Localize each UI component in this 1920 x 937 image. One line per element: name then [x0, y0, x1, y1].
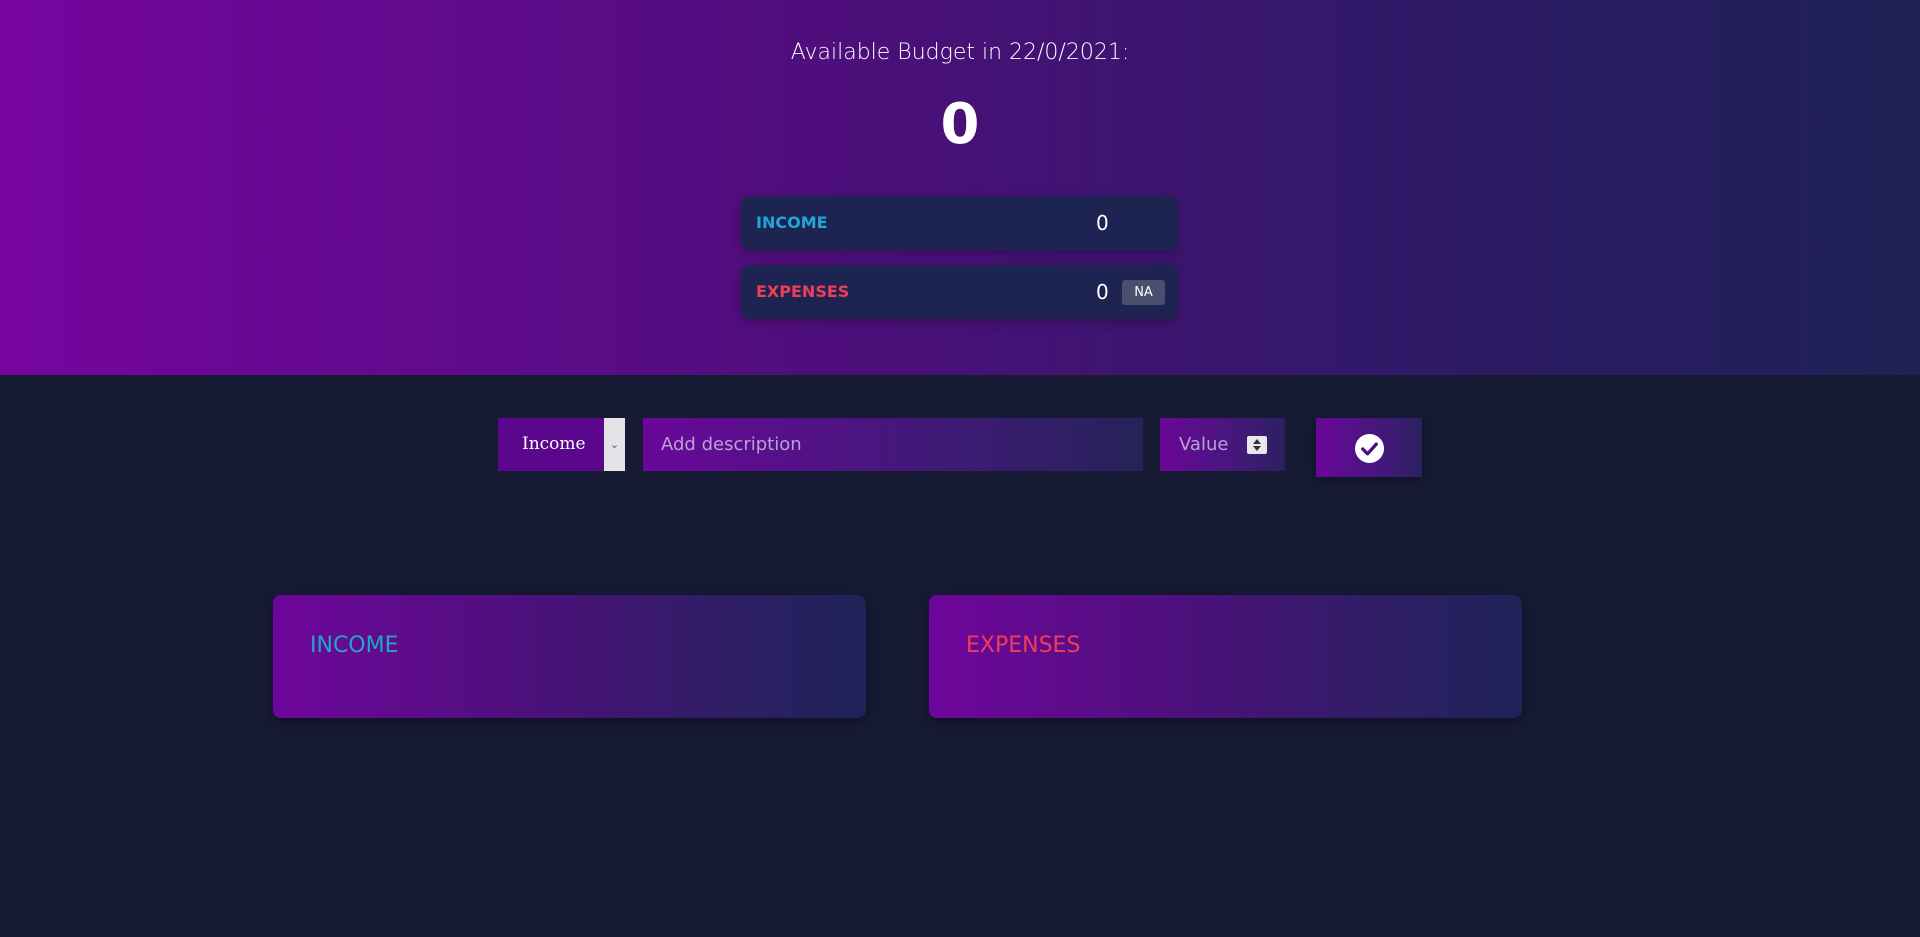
budget-value: 0 [940, 92, 980, 157]
spinner-up-icon[interactable] [1253, 439, 1261, 444]
expenses-percentage-badge: NA [1122, 280, 1165, 305]
type-select[interactable]: Income ⌄ [498, 418, 625, 471]
expenses-list-title: EXPENSES [966, 633, 1081, 658]
expenses-summary-label: EXPENSES [756, 282, 850, 301]
add-entry-form: Income ⌄ Value [0, 418, 1920, 478]
expenses-summary: EXPENSES 0 NA [741, 265, 1178, 319]
income-list-title: INCOME [310, 633, 399, 658]
type-select-value: Income [522, 434, 586, 454]
income-summary: INCOME 0 [741, 196, 1178, 250]
check-circle-icon [1354, 433, 1385, 464]
description-input[interactable] [643, 418, 1143, 471]
number-spinner-icon[interactable] [1247, 436, 1267, 454]
income-summary-label: INCOME [756, 213, 828, 232]
value-input[interactable]: Value [1160, 418, 1285, 471]
expenses-list: EXPENSES [929, 595, 1522, 718]
income-summary-value: 0 [1096, 211, 1109, 235]
value-placeholder: Value [1179, 434, 1229, 455]
budget-title: Available Budget in 22/0/2021: [790, 40, 1130, 65]
budget-header: Available Budget in 22/0/2021: 0 INCOME … [0, 0, 1920, 375]
chevron-down-icon[interactable]: ⌄ [604, 418, 625, 471]
spinner-down-icon[interactable] [1253, 446, 1261, 451]
add-button[interactable] [1316, 418, 1422, 477]
income-list: INCOME [273, 595, 866, 718]
